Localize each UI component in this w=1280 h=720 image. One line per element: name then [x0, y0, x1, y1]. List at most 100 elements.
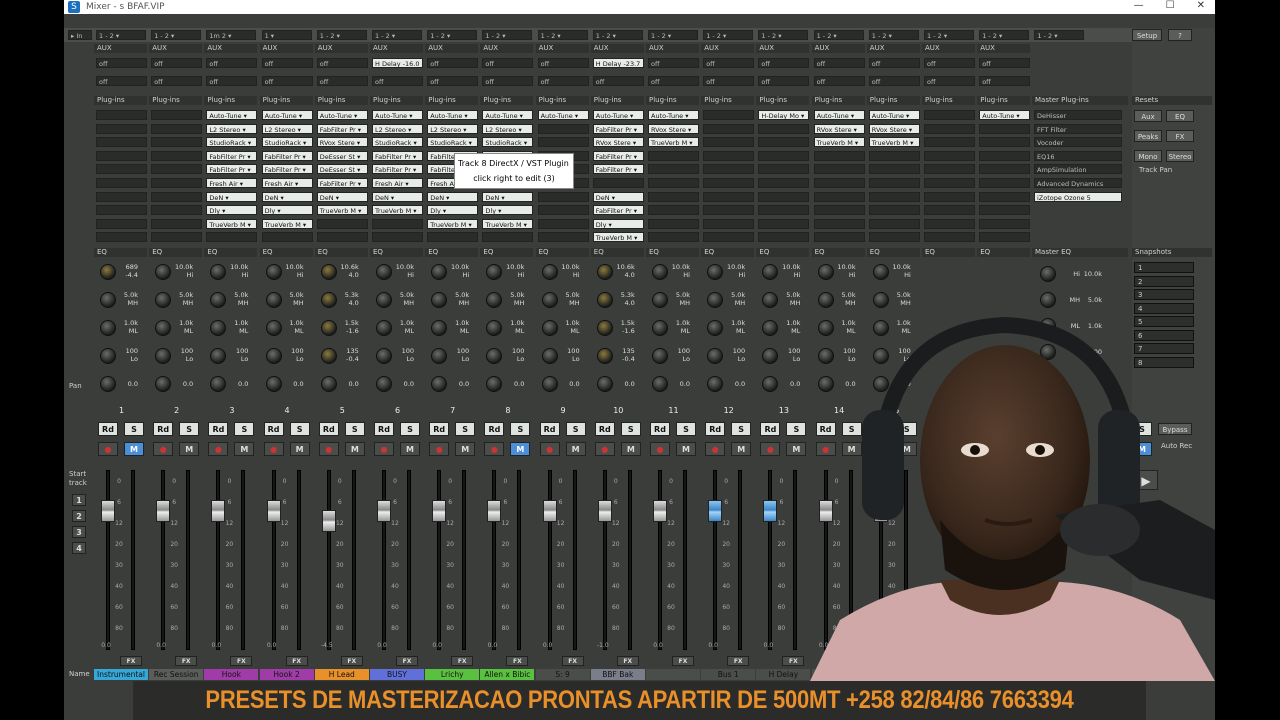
mute-button[interactable]: M: [565, 442, 586, 456]
plugin-slot[interactable]: DeN ▾: [592, 191, 644, 202]
track-name[interactable]: S: 9: [535, 669, 590, 680]
plugin-slot[interactable]: Auto-Tune ▾: [868, 110, 920, 120]
aux-send[interactable]: off: [96, 58, 147, 68]
eq-mh-knob[interactable]: [100, 292, 116, 308]
plugin-slot[interactable]: FabFilter Pr ▾: [592, 205, 644, 216]
aux-send[interactable]: off: [924, 58, 975, 68]
plugin-slot[interactable]: [96, 110, 147, 120]
routing-select[interactable]: 1 - 2 ▾: [703, 30, 754, 40]
pan-knob[interactable]: [320, 376, 337, 392]
eq-mh-knob[interactable]: [431, 292, 448, 308]
plugin-slot[interactable]: [151, 232, 203, 243]
aux-send[interactable]: off: [648, 76, 699, 86]
mute-button[interactable]: M: [400, 442, 420, 456]
plugin-slot[interactable]: [482, 232, 534, 243]
plugin-slot[interactable]: [979, 150, 1031, 161]
eq-lo-knob[interactable]: [376, 348, 392, 364]
plugin-slot[interactable]: Auto-Tune ▾: [592, 110, 644, 120]
fx-button[interactable]: FX: [285, 656, 308, 666]
plugin-slot[interactable]: [758, 218, 810, 229]
master-plugin-slot[interactable]: iZotope Ozone 5: [1034, 191, 1122, 202]
eq-lo-knob[interactable]: [707, 348, 724, 364]
read-button[interactable]: Rd: [98, 422, 118, 436]
mute-button[interactable]: M: [455, 442, 476, 456]
pan-knob[interactable]: [486, 376, 503, 392]
plugin-slot[interactable]: FabFilter Pr ▾: [592, 164, 644, 175]
plugin-slot[interactable]: Dly ▾: [261, 205, 313, 216]
eq-hi-knob[interactable]: [872, 264, 889, 280]
plugin-slot[interactable]: [758, 164, 810, 175]
aux-send[interactable]: off: [427, 58, 479, 68]
solo-button[interactable]: S: [455, 422, 476, 436]
plugin-slot[interactable]: [758, 205, 810, 216]
plugin-slot[interactable]: [537, 232, 589, 243]
aux-send[interactable]: off: [151, 58, 203, 68]
track-name[interactable]: H Lead: [314, 669, 369, 680]
plugin-slot[interactable]: [703, 164, 755, 175]
eq-lo-knob[interactable]: [431, 348, 448, 364]
plugin-slot[interactable]: [758, 123, 810, 134]
reset-mono-button[interactable]: Mono: [1134, 150, 1162, 162]
plugin-slot[interactable]: StudioRack ▾: [482, 137, 534, 148]
plugin-slot[interactable]: Fresh Air ▾: [206, 178, 258, 188]
aux-send[interactable]: off: [261, 58, 313, 68]
reset-fx-button[interactable]: FX: [1166, 130, 1194, 142]
plugin-slot[interactable]: [758, 137, 810, 148]
eq-hi-knob[interactable]: [817, 264, 834, 280]
plugin-slot[interactable]: DeN ▾: [206, 191, 258, 202]
aux-send[interactable]: off: [758, 58, 810, 68]
read-button[interactable]: Rd: [429, 422, 450, 436]
eq-ml-knob[interactable]: [652, 320, 668, 336]
eq-ml-knob[interactable]: [100, 320, 116, 336]
aux-send[interactable]: off: [316, 76, 368, 86]
routing-select[interactable]: 1 - 2 ▾: [372, 30, 422, 40]
eq-mh-knob[interactable]: [486, 292, 503, 308]
plugin-slot[interactable]: [703, 191, 755, 202]
plugin-slot[interactable]: DeN ▾: [482, 191, 534, 202]
plugin-slot[interactable]: Auto-Tune ▾: [537, 110, 589, 120]
setup-button[interactable]: Setup: [1132, 29, 1162, 41]
start-track-button[interactable]: 4: [72, 542, 86, 554]
plugin-slot[interactable]: Auto-Tune ▾: [648, 110, 699, 120]
plugin-slot[interactable]: TrueVerb M ▾: [868, 137, 920, 148]
fx-button[interactable]: FX: [727, 656, 750, 666]
eq-mh-knob[interactable]: [707, 292, 724, 308]
read-button[interactable]: Rd: [153, 422, 174, 436]
record-button[interactable]: ●: [705, 442, 726, 456]
eq-mh-knob[interactable]: [596, 292, 613, 308]
fx-button[interactable]: FX: [120, 656, 142, 666]
plugin-slot[interactable]: [703, 178, 755, 188]
fx-button[interactable]: FX: [506, 656, 529, 666]
mute-button[interactable]: M: [510, 442, 531, 456]
plugin-slot[interactable]: [151, 164, 203, 175]
fx-button[interactable]: FX: [451, 656, 474, 666]
plugin-slot[interactable]: H-Delay Mo ▾: [758, 110, 810, 120]
plugin-slot[interactable]: [703, 110, 755, 120]
plugin-slot[interactable]: L2 Stereo ▾: [427, 123, 479, 134]
track-name[interactable]: Instrumental: [94, 669, 148, 680]
eq-mh-knob[interactable]: [762, 292, 779, 308]
eq-hi-knob[interactable]: [541, 264, 558, 280]
plugin-slot[interactable]: FabFilter Pr ▾: [261, 150, 313, 161]
master-plugin-slot[interactable]: DeHisser: [1034, 110, 1122, 120]
aux-send[interactable]: off: [151, 76, 203, 86]
plugin-slot[interactable]: [537, 218, 589, 229]
plugin-slot[interactable]: [151, 110, 203, 120]
eq-ml-knob[interactable]: [541, 320, 558, 336]
plugin-slot[interactable]: Auto-Tune ▾: [372, 110, 423, 120]
eq-hi-knob[interactable]: [431, 264, 448, 280]
aux-send[interactable]: off: [537, 58, 589, 68]
plugin-slot[interactable]: [372, 218, 423, 229]
plugin-slot[interactable]: [648, 178, 699, 188]
plugin-slot[interactable]: [979, 123, 1031, 134]
aux-send[interactable]: off: [206, 58, 258, 68]
record-button[interactable]: ●: [429, 442, 450, 456]
plugin-slot[interactable]: [868, 218, 920, 229]
pan-knob[interactable]: [762, 376, 779, 392]
plugin-slot[interactable]: [868, 232, 920, 243]
eq-lo-knob[interactable]: [265, 348, 282, 364]
pan-knob[interactable]: [210, 376, 227, 392]
routing-select[interactable]: 1 - 2 ▾: [316, 30, 367, 40]
track-name[interactable]: Lrichy: [425, 669, 480, 680]
plugin-slot[interactable]: [979, 137, 1031, 148]
